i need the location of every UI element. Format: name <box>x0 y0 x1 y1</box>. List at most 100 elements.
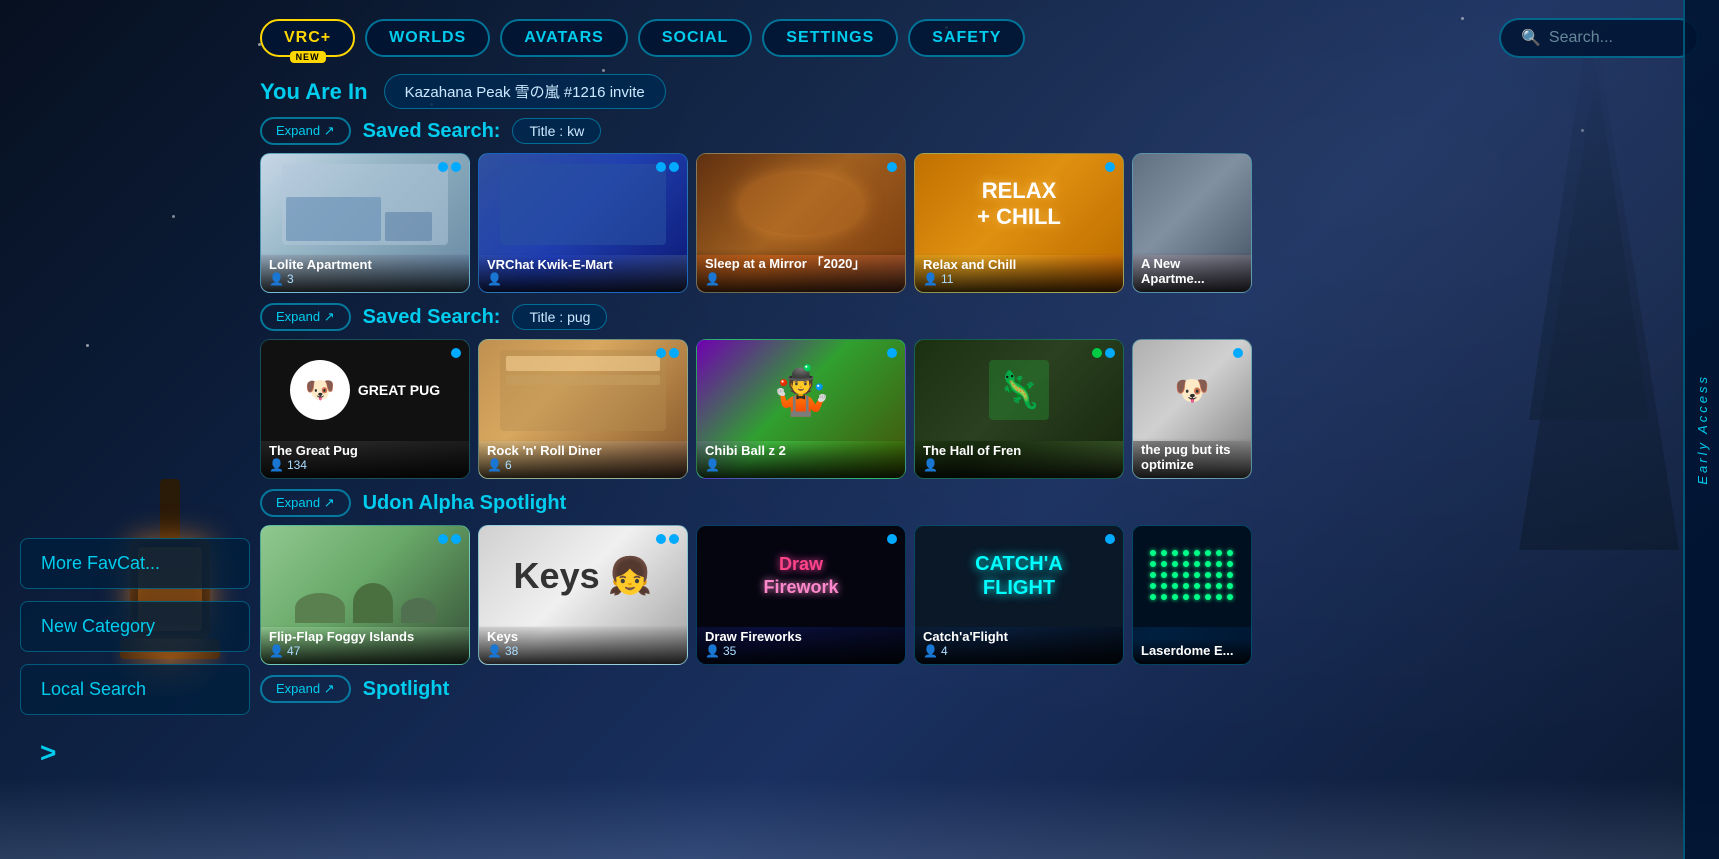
world-name: Keys <box>487 629 679 644</box>
you-are-in-label: You Are In <box>260 79 368 105</box>
user-icon: 👤 <box>705 458 720 472</box>
expand-kw-button[interactable]: Expand ↗ <box>260 117 351 145</box>
early-access-label: Early Access <box>1695 374 1710 485</box>
world-card-overlay: The Hall of Fren 👤 <box>915 439 1123 478</box>
world-card-greatpug[interactable]: 🐶 GREAT PUG The Great Pug 👤134 <box>260 339 470 479</box>
status-dot <box>669 534 679 544</box>
world-name: The Great Pug <box>269 443 461 458</box>
search-placeholder: Search... <box>1549 29 1613 47</box>
status-dot <box>656 162 666 172</box>
dot-indicator <box>656 348 679 358</box>
world-card-keys[interactable]: Keys 👧 Keys 👤38 <box>478 525 688 665</box>
world-name: Laserdome E... <box>1141 643 1243 658</box>
nav-social[interactable]: SOCIAL <box>638 19 752 57</box>
world-name: the pug but its optimize <box>1141 442 1243 472</box>
world-name: The Hall of Fren <box>923 443 1115 458</box>
world-name: Catch'a'Flight <box>923 629 1115 644</box>
world-card-pugbut[interactable]: 🐶 the pug but its optimize <box>1132 339 1252 479</box>
world-name: Flip-Flap Foggy Islands <box>269 629 461 644</box>
world-card-overlay: Rock 'n' Roll Diner 👤6 <box>479 439 687 478</box>
status-dot <box>887 348 897 358</box>
world-name: Sleep at a Mirror 「2020」 <box>705 253 897 272</box>
dot-indicator <box>1105 162 1115 172</box>
search-bar[interactable]: 🔍 Search... <box>1499 18 1699 58</box>
world-name: Chibi Ball z 2 <box>705 443 897 458</box>
expand-pug-button[interactable]: Expand ↗ <box>260 303 351 331</box>
location-badge[interactable]: Kazahana Peak 雪の嵐 #1216 invite <box>384 74 666 109</box>
world-users: 👤 <box>487 272 679 286</box>
user-icon: 👤 <box>487 272 502 286</box>
new-category-button[interactable]: New Category <box>20 601 250 652</box>
worlds-row-udon: Flip-Flap Foggy Islands 👤47 Keys 👧 <box>260 525 1699 665</box>
expand-spotlight-label: Expand ↗ <box>276 681 335 697</box>
local-search-button[interactable]: Local Search <box>20 664 250 715</box>
world-card-laser[interactable]: Laserdome E... <box>1132 525 1252 665</box>
worlds-row-pug: 🐶 GREAT PUG The Great Pug 👤134 <box>260 339 1699 479</box>
expand-pug-label: Expand ↗ <box>276 309 335 325</box>
status-dot <box>669 162 679 172</box>
world-card-apartment[interactable]: A New Apartme... <box>1132 153 1252 293</box>
world-name: Lolite Apartment <box>269 257 461 272</box>
nav-safety[interactable]: SAFETY <box>908 19 1025 57</box>
section-saved-kw: Expand ↗ Saved Search: Title : kw <box>260 117 1699 293</box>
status-dot <box>438 534 448 544</box>
world-card-rocknroll[interactable]: Rock 'n' Roll Diner 👤6 <box>478 339 688 479</box>
status-dot <box>887 162 897 172</box>
user-icon: 👤 <box>923 272 938 286</box>
world-card-overlay: The Great Pug 👤134 <box>261 439 469 478</box>
status-dot <box>1233 348 1243 358</box>
you-are-in-row: You Are In Kazahana Peak 雪の嵐 #1216 invit… <box>260 74 1699 109</box>
user-icon: 👤 <box>705 272 720 286</box>
world-card-flipflap[interactable]: Flip-Flap Foggy Islands 👤47 <box>260 525 470 665</box>
status-dot <box>1105 162 1115 172</box>
sidebar-arrow[interactable]: > <box>20 727 250 779</box>
section-header-kw: Expand ↗ Saved Search: Title : kw <box>260 117 1699 145</box>
section-header-udon: Expand ↗ Udon Alpha Spotlight <box>260 489 1699 517</box>
dot-indicator <box>1092 348 1115 358</box>
worlds-row-kw: Lolite Apartment 👤3 <box>260 153 1699 293</box>
saved-search-pug-title: Saved Search: <box>363 306 501 329</box>
expand-udon-button[interactable]: Expand ↗ <box>260 489 351 517</box>
world-card-overlay: Lolite Apartment 👤3 <box>261 253 469 292</box>
world-card-sleep[interactable]: Sleep at a Mirror 「2020」 👤 <box>696 153 906 293</box>
expand-spotlight-button[interactable]: Expand ↗ <box>260 675 351 703</box>
dot-indicator <box>438 534 461 544</box>
world-card-kwik[interactable]: VRChat Kwik-E-Mart 👤 <box>478 153 688 293</box>
sidebar: More FavCat... New Category Local Search… <box>0 0 250 859</box>
world-card-relax[interactable]: RELAX+ CHILL Relax and Chill 👤11 <box>914 153 1124 293</box>
user-icon: 👤 <box>487 458 502 472</box>
nav-vrc-plus[interactable]: VRC+ NEW <box>260 19 355 57</box>
udon-title: Udon Alpha Spotlight <box>363 492 567 515</box>
world-card-overlay: Relax and Chill 👤11 <box>915 253 1123 292</box>
world-name: VRChat Kwik-E-Mart <box>487 257 679 272</box>
expand-kw-label: Expand ↗ <box>276 123 335 139</box>
world-name: Rock 'n' Roll Diner <box>487 443 679 458</box>
nav-worlds[interactable]: WORLDS <box>365 19 490 57</box>
dot-indicator <box>887 162 897 172</box>
dot-indicator <box>887 534 897 544</box>
section-header-spotlight: Expand ↗ Spotlight <box>260 675 1699 703</box>
nav-settings[interactable]: SETTINGS <box>762 19 898 57</box>
user-icon: 👤 <box>269 458 284 472</box>
status-dot <box>656 348 666 358</box>
world-card-hallfren[interactable]: 🦎 The Hall of Fren 👤 <box>914 339 1124 479</box>
dot-indicator <box>656 534 679 544</box>
section-udon: Expand ↗ Udon Alpha Spotlight <box>260 489 1699 665</box>
nav-avatars[interactable]: AVATARS <box>500 19 628 57</box>
status-dot <box>438 162 448 172</box>
user-icon: 👤 <box>269 644 284 658</box>
world-card-chibi[interactable]: 🤹 Chibi Ball z 2 👤 <box>696 339 906 479</box>
world-card-overlay: Chibi Ball z 2 👤 <box>697 439 905 478</box>
world-card-overlay: Draw Fireworks 👤35 <box>697 625 905 664</box>
more-favcats-button[interactable]: More FavCat... <box>20 538 250 589</box>
status-dot <box>656 534 666 544</box>
world-users: 👤3 <box>269 272 461 286</box>
world-card-draw[interactable]: Draw Firework Draw Fireworks 👤35 <box>696 525 906 665</box>
world-name: Relax and Chill <box>923 257 1115 272</box>
world-card-catcha[interactable]: CATCH'AFLIGHT Catch'a'Flight 👤4 <box>914 525 1124 665</box>
world-card-overlay: VRChat Kwik-E-Mart 👤 <box>479 253 687 292</box>
world-users: 👤11 <box>923 272 1115 286</box>
world-users: 👤47 <box>269 644 461 658</box>
world-users: 👤4 <box>923 644 1115 658</box>
world-card-lolite[interactable]: Lolite Apartment 👤3 <box>260 153 470 293</box>
